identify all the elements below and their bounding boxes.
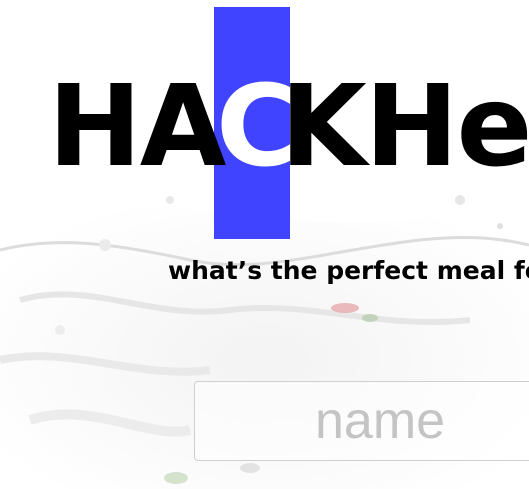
name-input[interactable] bbox=[194, 381, 529, 461]
logo-text-prefix: HA bbox=[48, 62, 226, 192]
logo-text-suffix: KHe bbox=[280, 62, 529, 192]
tagline: what’s the perfect meal fo bbox=[168, 256, 529, 285]
